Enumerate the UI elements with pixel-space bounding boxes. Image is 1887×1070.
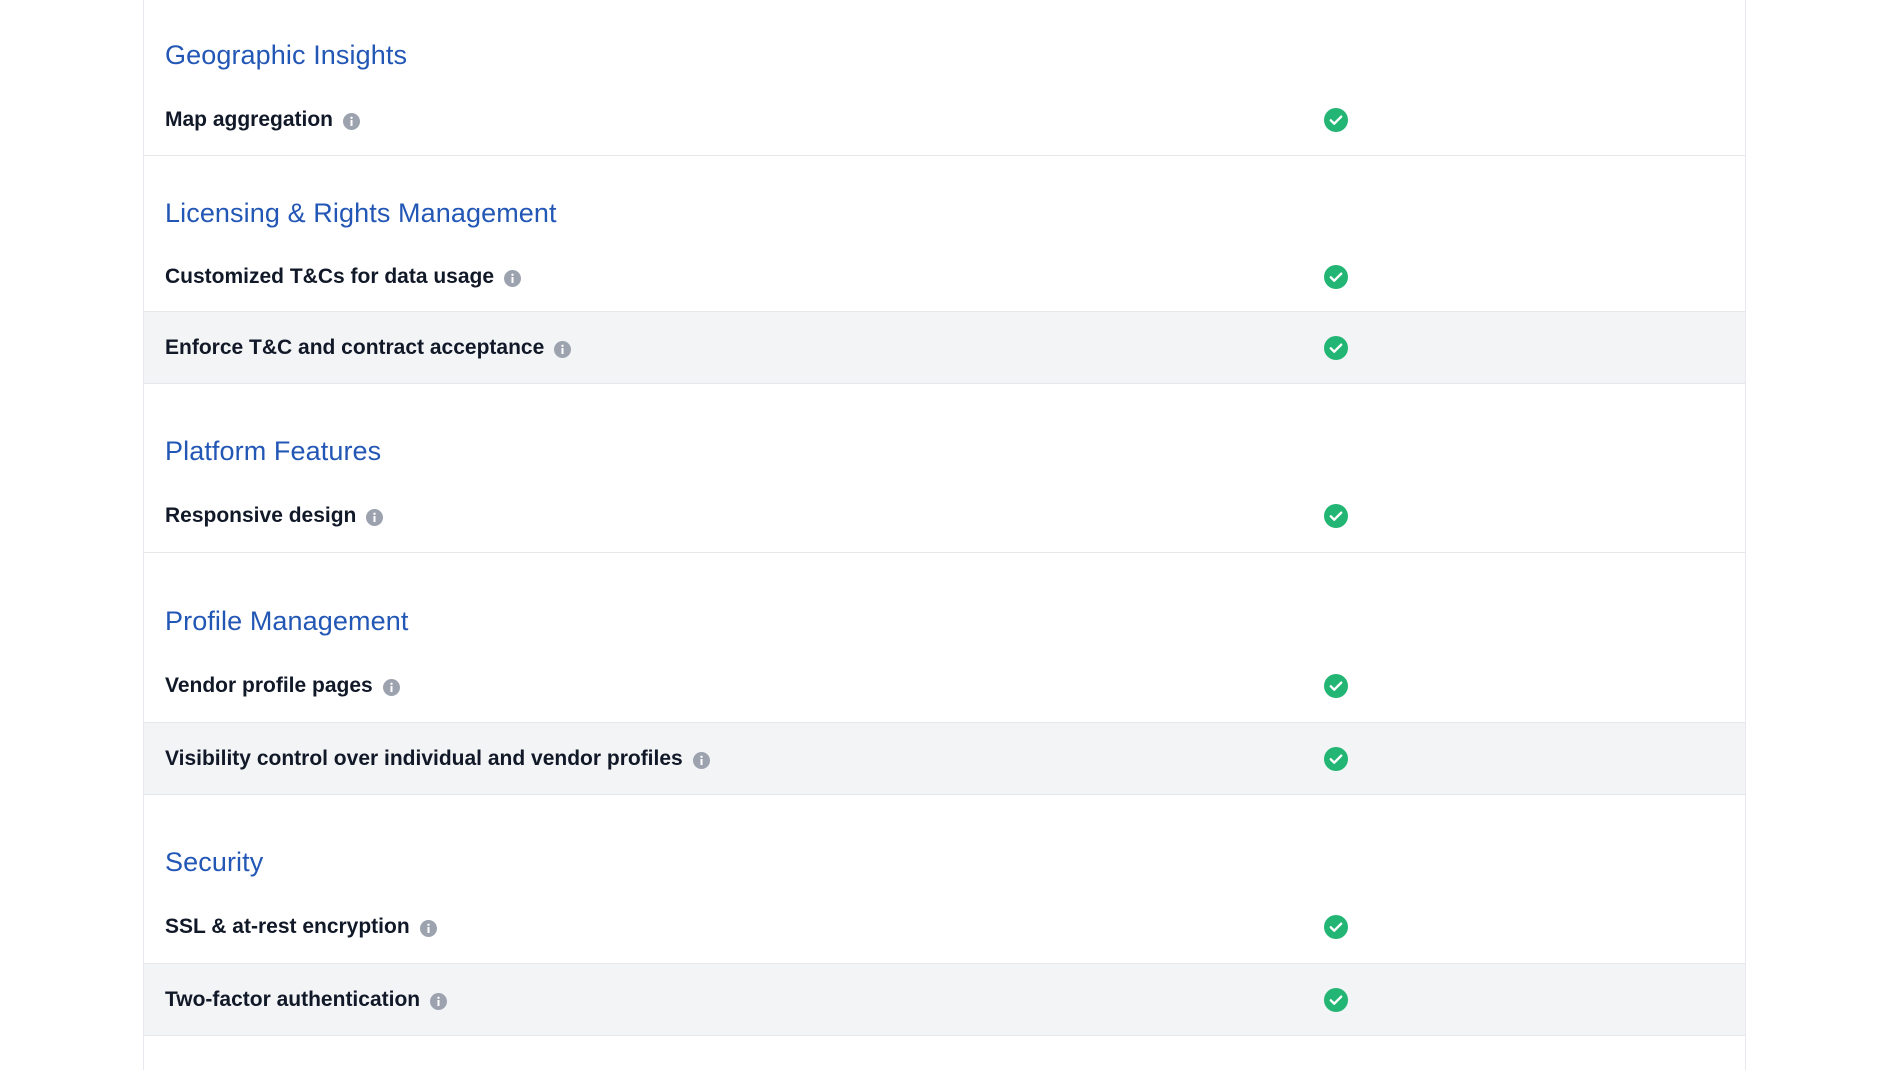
- feature-row: Responsive design: [144, 480, 1745, 552]
- feature-row: Vendor profile pages: [144, 650, 1745, 722]
- feature-label: SSL & at-rest encryption: [165, 915, 410, 938]
- feature-cell: Visibility control over individual and v…: [165, 746, 710, 772]
- section-header: Profile Management: [144, 553, 1745, 650]
- info-icon[interactable]: [382, 679, 400, 696]
- check-circle-icon: [1324, 107, 1348, 132]
- section-title: Licensing & Rights Management: [165, 198, 557, 228]
- feature-cell: Map aggregation: [165, 107, 361, 133]
- feature-label: Two-factor authentication: [165, 987, 421, 1011]
- info-icon[interactable]: [692, 751, 710, 769]
- info-icon[interactable]: [430, 992, 448, 1010]
- section-licensing-rights: Licensing & Rights Management Customized…: [144, 156, 1745, 384]
- feature-label: Visibility control over individual and v…: [165, 746, 683, 770]
- section-platform-features: Platform Features Responsive design: [144, 384, 1745, 553]
- section-title: Platform Features: [165, 436, 382, 466]
- section-header: Geographic Insights: [144, 0, 1745, 84]
- info-icon[interactable]: [504, 269, 522, 287]
- check-circle-icon: [1324, 987, 1348, 1012]
- feature-label: Map aggregation: [165, 107, 334, 131]
- feature-cell: Vendor profile pages: [165, 673, 400, 699]
- feature-cell: SSL & at-rest encryption: [165, 914, 437, 940]
- check-circle-icon: [1324, 915, 1348, 939]
- check-circle-icon: [1324, 674, 1348, 698]
- section-header: Platform Features: [144, 384, 1745, 480]
- check-circle-icon: [1324, 335, 1348, 360]
- feature-cell: Responsive design: [165, 503, 384, 529]
- feature-cell: Two-factor authentication: [165, 987, 448, 1013]
- feature-row: Two-factor authentication: [144, 963, 1745, 1035]
- check-circle-icon: [1324, 264, 1348, 289]
- feature-row: Map aggregation: [144, 84, 1745, 155]
- feature-row: Visibility control over individual and v…: [144, 722, 1745, 794]
- section-geographic-insights: Geographic Insights Map aggregation: [144, 0, 1745, 156]
- info-icon[interactable]: [554, 340, 572, 358]
- feature-row: Customized T&Cs for data usage: [144, 242, 1745, 311]
- feature-label: Enforce T&C and contract acceptance: [165, 335, 545, 359]
- section-title: Security: [165, 847, 264, 877]
- info-icon[interactable]: [419, 920, 437, 937]
- feature-label: Vendor profile pages: [165, 674, 373, 697]
- section-title: Geographic Insights: [165, 40, 408, 70]
- feature-row: SSL & at-rest encryption: [144, 891, 1745, 963]
- check-circle-icon: [1324, 746, 1348, 771]
- feature-label: Responsive design: [165, 504, 357, 527]
- section-header: Security: [144, 795, 1745, 891]
- feature-row: Enforce T&C and contract acceptance: [144, 311, 1745, 383]
- feature-comparison-panel: Geographic Insights Map aggregation Lice…: [143, 0, 1746, 1070]
- section-header: Licensing & Rights Management: [144, 156, 1745, 242]
- feature-cell: Enforce T&C and contract acceptance: [165, 335, 572, 361]
- feature-label: Customized T&Cs for data usage: [165, 264, 495, 288]
- info-icon[interactable]: [366, 509, 384, 526]
- section-profile-management: Profile Management Vendor profile pages …: [144, 553, 1745, 795]
- section-security: Security SSL & at-rest encryption Two-fa…: [144, 795, 1745, 1036]
- check-circle-icon: [1324, 504, 1348, 528]
- info-icon[interactable]: [343, 112, 361, 130]
- feature-cell: Customized T&Cs for data usage: [165, 264, 522, 290]
- section-title: Profile Management: [165, 606, 409, 636]
